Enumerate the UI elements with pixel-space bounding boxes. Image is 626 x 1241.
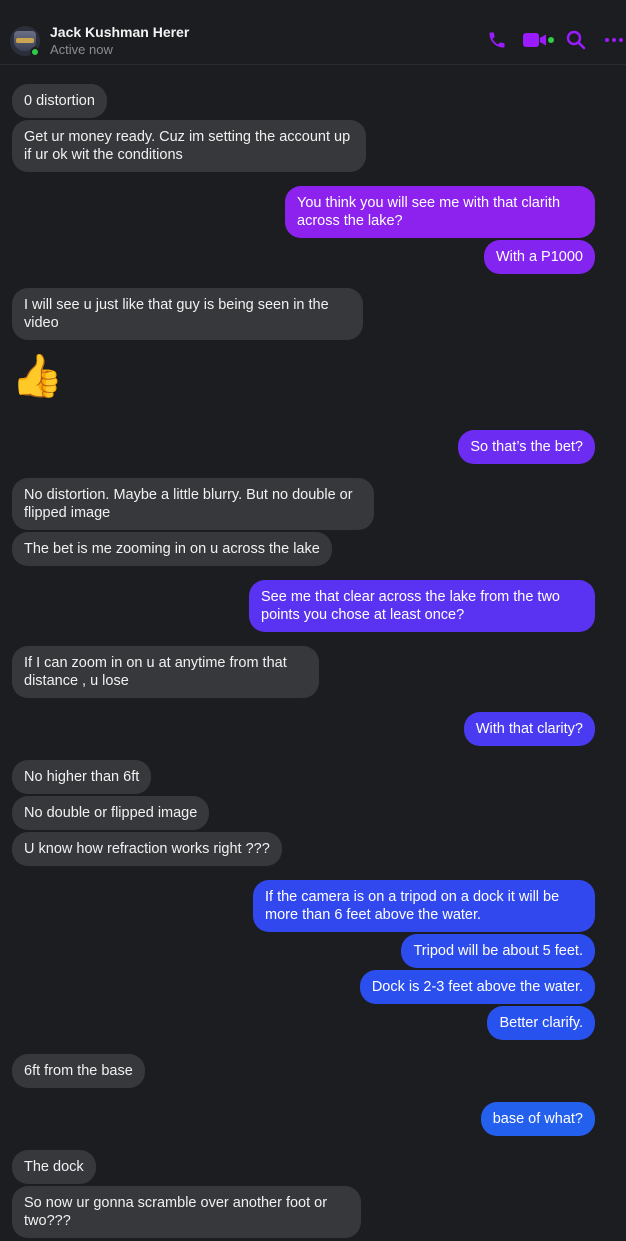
- contact-name[interactable]: Jack Kushman Herer: [50, 24, 189, 40]
- message-incoming[interactable]: Get ur money ready. Cuz im setting the a…: [12, 120, 366, 172]
- message-outgoing[interactable]: Dock is 2-3 feet above the water.: [359, 970, 595, 1004]
- message-outgoing[interactable]: You think you will see me with that clar…: [285, 186, 595, 238]
- message-incoming[interactable]: 6ft from the base: [12, 1054, 145, 1088]
- message-incoming[interactable]: If I can zoom in on u at anytime from th…: [12, 646, 319, 698]
- message-incoming[interactable]: No distortion. Maybe a little blurry. Bu…: [12, 478, 374, 530]
- message-incoming[interactable]: So now ur gonna scramble over another fo…: [12, 1186, 361, 1238]
- contact-status: Active now: [50, 42, 113, 57]
- conversation-header: Jack Kushman Herer Active now: [0, 0, 626, 65]
- message-incoming[interactable]: No double or flipped image: [12, 796, 210, 830]
- message-incoming[interactable]: 0 distortion: [12, 84, 107, 118]
- message-outgoing[interactable]: See me that clear across the lake from t…: [249, 580, 595, 632]
- message-outgoing[interactable]: Better clarify.: [487, 1006, 595, 1040]
- message-outgoing[interactable]: Tripod will be about 5 feet.: [401, 934, 595, 968]
- message-incoming[interactable]: No higher than 6ft: [12, 760, 152, 794]
- message-outgoing[interactable]: With a P1000: [483, 240, 595, 274]
- avatar-band: [16, 38, 34, 43]
- message-outgoing[interactable]: With that clarity?: [463, 712, 595, 746]
- more-options-icon[interactable]: [604, 30, 624, 50]
- phone-icon[interactable]: [487, 30, 507, 50]
- message-outgoing[interactable]: If the camera is on a tripod on a dock i…: [253, 880, 595, 932]
- message-incoming[interactable]: The bet is me zooming in on u across the…: [12, 532, 332, 566]
- message-outgoing[interactable]: So that’s the bet?: [458, 430, 595, 464]
- search-icon[interactable]: [566, 30, 586, 50]
- message-outgoing[interactable]: base of what?: [480, 1102, 595, 1136]
- message-incoming[interactable]: I will see u just like that guy is being…: [12, 288, 363, 340]
- video-call-icon[interactable]: [522, 30, 556, 50]
- messenger-window: Jack Kushman Herer Active now 0 distorti…: [0, 0, 626, 1241]
- thumbs-up-icon[interactable]: 👍: [11, 352, 63, 402]
- message-incoming[interactable]: U know how refraction works right ???: [12, 832, 282, 866]
- message-incoming[interactable]: The dock: [12, 1150, 96, 1184]
- online-indicator: [30, 47, 40, 57]
